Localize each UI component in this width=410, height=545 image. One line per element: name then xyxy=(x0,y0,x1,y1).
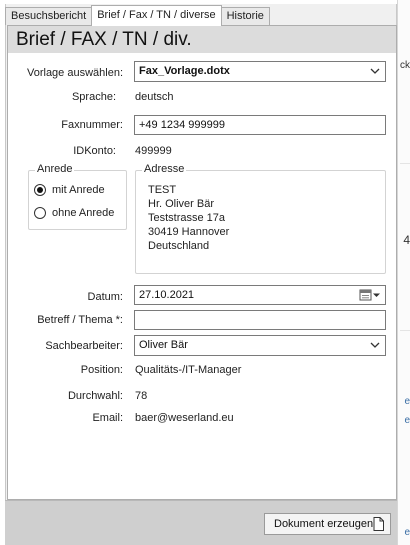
form-title: Brief / FAX / TN / div. xyxy=(8,26,396,53)
address-line: 30419 Hannover xyxy=(148,226,230,238)
radio-label: mit Anrede xyxy=(52,184,105,196)
radio-checked-icon xyxy=(34,184,46,196)
sprache-label: Sprache: xyxy=(71,91,116,103)
idkonto-label: IDKonto: xyxy=(73,145,116,157)
sachbearbeiter-label: Sachbearbeiter: xyxy=(45,340,123,352)
radio-mit-anrede[interactable]: mit Anrede xyxy=(34,184,105,196)
position-value: Qualitäts-/IT-Manager xyxy=(135,364,242,376)
address-line: Hr. Oliver Bär xyxy=(148,198,215,210)
background-divider xyxy=(400,330,410,331)
sachbearbeiter-value: Oliver Bär xyxy=(139,339,188,351)
background-text-fragment: 4 xyxy=(403,233,410,247)
anrede-group: Anrede mit Anrede ohne Anrede xyxy=(28,163,127,230)
email-value: baer@weserland.eu xyxy=(135,412,234,424)
sprache-value: deutsch xyxy=(135,91,174,103)
calendar-dropdown-icon[interactable] xyxy=(359,289,381,301)
durchwahl-label: Durchwahl: xyxy=(67,390,123,402)
faxnummer-label: Faxnummer: xyxy=(61,119,123,131)
anrede-caption: Anrede xyxy=(35,163,75,175)
button-label: Dokument erzeugen xyxy=(274,518,374,530)
background-divider xyxy=(400,163,410,164)
durchwahl-value: 78 xyxy=(135,390,148,402)
background-text-fragment: e xyxy=(404,527,410,538)
datum-label: Datum: xyxy=(87,291,123,303)
vorlage-select[interactable]: Fax_Vorlage.dotx xyxy=(134,61,386,82)
position-label: Position: xyxy=(80,364,123,376)
adresse-caption: Adresse xyxy=(142,163,187,175)
address-line: Deutschland xyxy=(148,240,210,252)
chevron-down-icon xyxy=(370,68,380,74)
tab-brief-fax[interactable]: Brief / Fax / TN / diverse xyxy=(91,5,222,26)
datum-value: 27.10.2021 xyxy=(139,289,195,301)
idkonto-value: 499999 xyxy=(135,145,172,157)
background-text-fragment: e xyxy=(404,415,410,426)
radio-unchecked-icon xyxy=(34,207,46,219)
sachbearbeiter-select[interactable]: Oliver Bär xyxy=(134,335,386,356)
tab-besuchsbericht[interactable]: Besuchsbericht xyxy=(5,7,93,25)
background-text-fragment: ck xyxy=(400,60,410,71)
tab-historie[interactable]: Historie xyxy=(220,7,270,25)
background-window-strip: ck 4 e e e xyxy=(397,0,410,545)
address-text: TEST Hr. Oliver Bär Teststrasse 17a 3041… xyxy=(148,183,229,253)
dokument-erzeugen-button[interactable]: Dokument erzeugen xyxy=(264,513,391,535)
vorlage-value: Fax_Vorlage.dotx xyxy=(139,65,230,77)
bottom-action-bar: Dokument erzeugen xyxy=(5,500,397,545)
document-icon xyxy=(373,517,384,531)
tab-content: Brief / FAX / TN / div. Vorlage auswähle… xyxy=(7,25,397,500)
datum-picker[interactable]: 27.10.2021 xyxy=(134,285,386,305)
vorlage-label: Vorlage auswählen: xyxy=(26,67,123,79)
chevron-down-icon xyxy=(370,342,380,348)
radio-ohne-anrede[interactable]: ohne Anrede xyxy=(34,207,114,219)
betreff-label: Betreff / Thema *: xyxy=(37,314,123,326)
betreff-input[interactable] xyxy=(134,310,386,330)
faxnummer-input[interactable]: +49 1234 999999 xyxy=(134,115,386,135)
radio-label: ohne Anrede xyxy=(52,207,115,219)
address-line: TEST xyxy=(148,184,177,196)
address-line: Teststrasse 17a xyxy=(148,212,226,224)
tab-strip: Besuchsbericht Brief / Fax / TN / divers… xyxy=(5,5,270,26)
adresse-group: Adresse TEST Hr. Oliver Bär Teststrasse … xyxy=(135,163,386,274)
email-label: Email: xyxy=(92,412,123,424)
background-text-fragment: e xyxy=(404,396,410,407)
